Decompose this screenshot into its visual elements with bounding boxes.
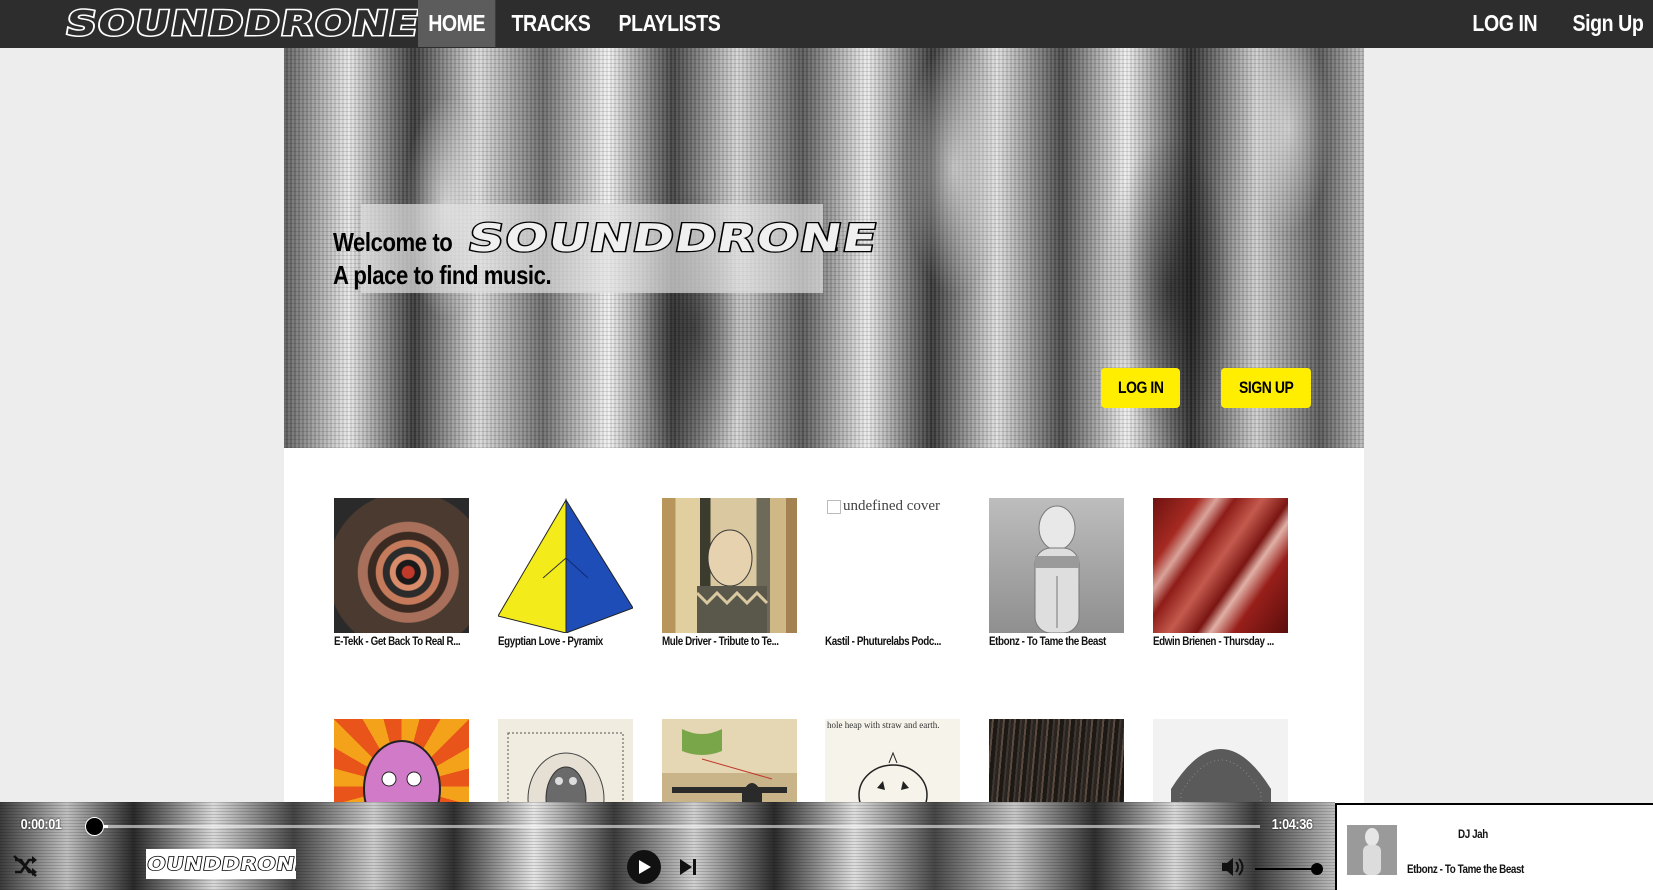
track-title[interactable]: Kastil - Phuturelabs Podc... xyxy=(825,634,960,648)
now-playing-panel[interactable]: DJ Jah Etbonz - To Tame the Beast xyxy=(1335,803,1653,890)
track-tile[interactable]: Etbonz - To Tame the Beast xyxy=(989,498,1124,648)
track-tile[interactable] xyxy=(989,719,1124,808)
auth-nav: LOG IN Sign Up xyxy=(1461,0,1644,47)
track-title[interactable]: E-Tekk - Get Back To Real R... xyxy=(334,634,469,648)
site-logo-text[interactable]: SOUNDDRONE xyxy=(61,2,425,45)
track-grid: E-Tekk - Get Back To Real R... Egyptian … xyxy=(284,448,1364,808)
skip-next-icon[interactable] xyxy=(678,857,698,877)
welcome-heading: Welcome to SOUNDDRONE . xyxy=(333,215,884,262)
nav-home[interactable]: HOME xyxy=(418,0,496,47)
track-tile[interactable]: Egyptian Love - Pyramix xyxy=(498,498,633,648)
japanese-print-cover[interactable] xyxy=(662,719,797,808)
ukiyo-e-cover[interactable] xyxy=(662,498,797,633)
egyptian-jar-cover[interactable] xyxy=(989,498,1124,633)
track-tile[interactable] xyxy=(662,719,797,808)
hero-signup-button[interactable]: SIGN UP xyxy=(1221,368,1311,408)
volume-icon[interactable] xyxy=(1221,856,1245,878)
pyramid-cube-cover[interactable] xyxy=(498,498,633,633)
track-tile[interactable] xyxy=(498,719,633,808)
player-logo: SOUNDDRONE xyxy=(146,849,296,879)
welcome-tagline: A place to find music. xyxy=(333,260,552,290)
owl-sketch-cover[interactable] xyxy=(498,719,633,808)
track-tile[interactable] xyxy=(334,719,469,808)
progress-thumb[interactable] xyxy=(85,817,104,836)
spiral-portrait-cover[interactable] xyxy=(334,498,469,633)
site-logo[interactable]: SOUNDDRONE xyxy=(61,2,425,45)
track-title[interactable]: Egyptian Love - Pyramix xyxy=(498,634,633,648)
cover-alt-text: undefined cover xyxy=(843,498,941,514)
dome-texture-cover[interactable] xyxy=(1153,719,1288,808)
cover-caption: hole heap with straw and earth. xyxy=(827,720,940,730)
nav-playlists[interactable]: PLAYLISTS xyxy=(610,0,729,47)
welcome-text: Welcome to xyxy=(333,227,453,257)
play-icon xyxy=(639,860,651,874)
top-navbar: SOUNDDRONE HOME TRACKS PLAYLISTS LOG IN … xyxy=(0,0,1653,48)
track-tile[interactable]: E-Tekk - Get Back To Real R... xyxy=(334,498,469,648)
track-title[interactable]: Mule Driver - Tribute to Te... xyxy=(662,634,797,648)
track-tile[interactable]: undefined cover Kastil - Phuturelabs Pod… xyxy=(825,498,960,648)
broken-image-glyph xyxy=(827,500,841,514)
broken-image-icon[interactable]: undefined cover xyxy=(825,498,960,633)
track-tile[interactable] xyxy=(1153,719,1288,808)
hero-banner: Welcome to SOUNDDRONE . A place to find … xyxy=(284,48,1364,448)
psychedelic-face-cover[interactable] xyxy=(334,719,469,808)
play-button[interactable] xyxy=(627,850,661,884)
total-time-text: 1:04:36 xyxy=(1271,816,1313,833)
audio-player-bar: 0:00:01 1:04:36 SOUNDDRONE xyxy=(0,802,1335,890)
nav-signup[interactable]: Sign Up xyxy=(1572,0,1643,47)
dark-hair-cover[interactable] xyxy=(989,719,1124,808)
current-time: 0:00:01 xyxy=(17,816,65,833)
hero-login-label: LOG IN xyxy=(1117,378,1164,397)
track-title[interactable]: Etbonz - To Tame the Beast xyxy=(989,634,1124,648)
nav-tracks[interactable]: TRACKS xyxy=(503,0,599,47)
track-title[interactable]: Edwin Brienen - Thursday ... xyxy=(1153,634,1288,648)
volume-thumb[interactable] xyxy=(1311,863,1323,875)
now-playing-title[interactable]: Etbonz - To Tame the Beast xyxy=(1407,862,1524,876)
hero-signup-label: SIGN UP xyxy=(1238,378,1294,397)
track-tile[interactable]: Mule Driver - Tribute to Te... xyxy=(662,498,797,648)
shuffle-off-icon[interactable] xyxy=(12,854,38,878)
current-time-text: 0:00:01 xyxy=(20,816,62,833)
main-nav: HOME TRACKS PLAYLISTS xyxy=(418,0,744,47)
track-tile[interactable]: Edwin Brienen - Thursday ... xyxy=(1153,498,1288,648)
raw-meat-cover[interactable] xyxy=(1153,498,1288,633)
now-playing-cover[interactable] xyxy=(1347,825,1397,875)
welcome-logo: SOUNDDRONE xyxy=(464,215,884,262)
hero-login-button[interactable]: LOG IN xyxy=(1101,368,1180,408)
nav-login[interactable]: LOG IN xyxy=(1473,0,1538,47)
total-time: 1:04:36 xyxy=(1268,816,1316,833)
now-playing-artist[interactable]: DJ Jah xyxy=(1458,827,1488,841)
pumpkin-sketch-cover[interactable]: hole heap with straw and earth. xyxy=(825,719,960,808)
player-logo-text: SOUNDDRONE xyxy=(146,853,296,876)
track-tile[interactable]: hole heap with straw and earth. xyxy=(825,719,960,808)
progress-bar[interactable] xyxy=(85,817,1260,836)
